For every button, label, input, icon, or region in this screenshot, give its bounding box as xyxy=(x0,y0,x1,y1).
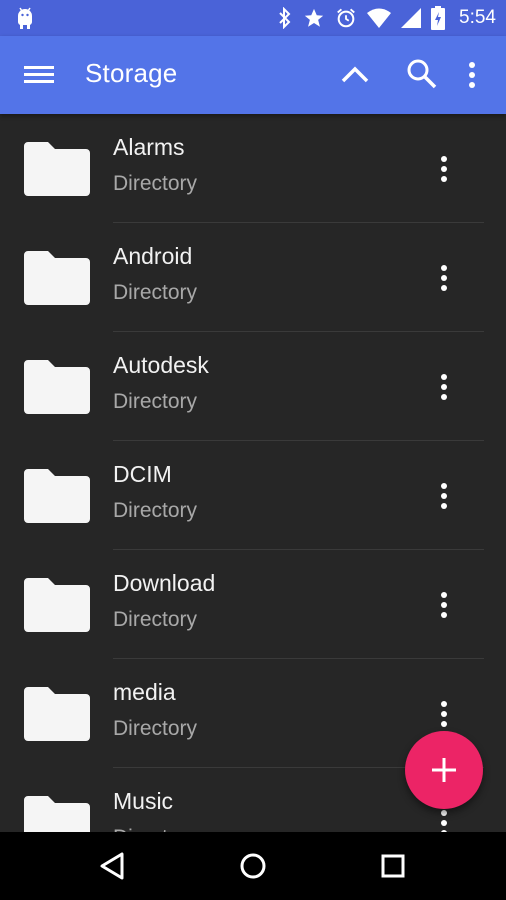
folder-icon xyxy=(24,578,90,632)
more-vert-icon[interactable] xyxy=(432,588,456,622)
plus-icon xyxy=(432,758,456,782)
folder-icon xyxy=(24,142,90,196)
search-icon[interactable] xyxy=(404,56,440,92)
status-time: 5:54 xyxy=(459,7,496,28)
folder-icon xyxy=(24,796,90,832)
file-name: Autodesk xyxy=(113,352,209,378)
page-title: Storage xyxy=(85,58,178,88)
menu-icon[interactable] xyxy=(22,60,56,90)
file-name: DCIM xyxy=(113,461,172,487)
alarm-icon xyxy=(337,8,355,28)
file-name: media xyxy=(113,679,176,705)
folder-icon xyxy=(24,251,90,305)
list-item[interactable]: Autodesk Directory xyxy=(0,332,506,441)
app-bar: Storage xyxy=(0,36,506,114)
folder-icon xyxy=(24,360,90,414)
more-vert-icon[interactable] xyxy=(432,479,456,513)
more-vert-icon[interactable] xyxy=(432,261,456,295)
recents-icon[interactable] xyxy=(373,846,413,886)
file-list: Alarms Directory Android Directory Autod… xyxy=(0,114,506,832)
more-vert-icon[interactable] xyxy=(432,370,456,404)
chevron-up-icon[interactable] xyxy=(338,58,372,92)
file-type: Directory xyxy=(113,281,198,304)
status-bar: 5:54 xyxy=(0,0,506,36)
file-name: Android xyxy=(113,243,193,269)
list-item[interactable]: DCIM Directory xyxy=(0,441,506,550)
back-icon[interactable] xyxy=(93,846,133,886)
battery-charging-icon xyxy=(431,6,446,30)
file-name: Download xyxy=(113,570,216,596)
folder-icon xyxy=(24,469,90,523)
list-item[interactable]: Alarms Directory xyxy=(0,114,506,223)
file-name: Music xyxy=(113,788,174,814)
bluetooth-icon xyxy=(279,7,291,29)
wifi-icon xyxy=(367,8,392,28)
list-item[interactable]: Download Directory xyxy=(0,550,506,659)
android-debug-icon xyxy=(18,7,32,29)
file-type: Directory xyxy=(113,390,198,413)
file-type: Directory xyxy=(113,717,198,740)
signal-icon xyxy=(401,8,422,28)
more-vert-icon[interactable] xyxy=(458,58,486,92)
file-type: Directory xyxy=(113,172,198,195)
file-type: Directory xyxy=(113,499,198,522)
more-vert-icon[interactable] xyxy=(432,806,456,832)
more-vert-icon[interactable] xyxy=(432,152,456,186)
file-name: Alarms xyxy=(113,134,185,160)
add-fab-button[interactable] xyxy=(405,731,483,809)
file-type: Directory xyxy=(113,608,198,631)
list-item[interactable]: Android Directory xyxy=(0,223,506,332)
star-icon xyxy=(304,8,324,27)
home-icon[interactable] xyxy=(233,846,273,886)
nav-bar xyxy=(0,832,506,900)
more-vert-icon[interactable] xyxy=(432,697,456,731)
folder-icon xyxy=(24,687,90,741)
